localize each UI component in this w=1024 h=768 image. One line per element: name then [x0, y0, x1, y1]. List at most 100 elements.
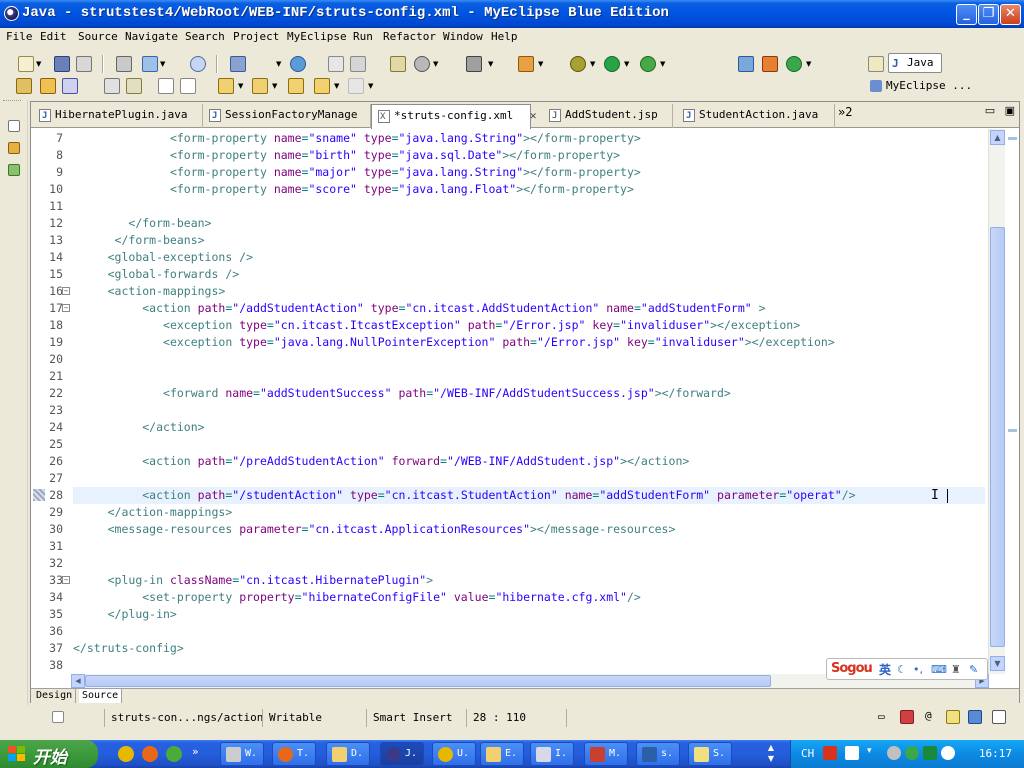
taskbar-button[interactable]: D.	[326, 742, 370, 766]
wrench-icon[interactable]: ✎	[969, 663, 978, 676]
app-icon[interactable]	[4, 6, 19, 21]
menu-run[interactable]: Run	[353, 30, 373, 43]
chevron-down-icon[interactable]: ▼	[368, 82, 373, 90]
tray-app-icon[interactable]	[905, 746, 919, 760]
vertical-scrollbar[interactable]: ▲ ▼	[988, 129, 1005, 674]
taskbar-button[interactable]: T.	[272, 742, 316, 766]
menu-refactor[interactable]: Refactor	[383, 30, 436, 43]
external-tools-icon[interactable]	[640, 56, 656, 72]
horizontal-scroll-thumb[interactable]	[85, 675, 771, 687]
tab-hibernateplugin-java[interactable]: HibernatePlugin.java	[33, 104, 203, 128]
chevron-down-icon[interactable]: ▼	[238, 82, 243, 90]
expand-icon[interactable]	[158, 78, 174, 94]
cut-icon[interactable]	[328, 56, 344, 72]
scroll-left-icon[interactable]: ◀	[71, 674, 85, 688]
tray-app-icon-2[interactable]	[923, 746, 937, 760]
code-line[interactable]: <action path="/studentAction" type="cn.i…	[73, 487, 985, 504]
code-line[interactable]: <forward name="addStudentSuccess" path="…	[73, 385, 731, 402]
code-line[interactable]: </action-mappings>	[73, 504, 233, 521]
chevron-down-icon[interactable]: ▼	[660, 60, 665, 68]
code-line[interactable]: </plug-in>	[73, 606, 177, 623]
chevron-down-icon[interactable]: ▼	[276, 60, 281, 68]
camera-icon[interactable]	[466, 56, 482, 72]
chevron-down-icon[interactable]: ▼	[334, 82, 339, 90]
code-line[interactable]: <exception type="java.lang.NullPointerEx…	[73, 334, 835, 351]
taskbar-button[interactable]: s.	[636, 742, 680, 766]
menu-edit[interactable]: Edit	[40, 30, 67, 43]
maximize-button[interactable]: ❐	[978, 4, 999, 25]
open-perspective-icon[interactable]	[868, 56, 884, 72]
language-indicator[interactable]: CH	[801, 747, 814, 760]
code-line[interactable]: <action-mappings>	[73, 283, 226, 300]
menu-file[interactable]: File	[6, 30, 33, 43]
annotation-icon[interactable]	[126, 78, 142, 94]
pencil-icon[interactable]	[62, 78, 78, 94]
skin-icon[interactable]: ♜	[951, 663, 961, 676]
tab-studentaction-java[interactable]: StudentAction.java	[677, 104, 835, 128]
maximize-view-icon[interactable]: ▣	[1005, 104, 1015, 117]
deploy-icon[interactable]	[230, 56, 246, 72]
sogou-tray-icon[interactable]	[823, 746, 837, 760]
drag-handle[interactable]	[3, 100, 21, 102]
menu-myeclipse[interactable]: MyEclipse	[287, 30, 347, 43]
vertical-scroll-thumb[interactable]	[990, 227, 1005, 647]
ime-toolbar[interactable]: Sogou 英 ☾ •, ⌨ ♜ ✎	[826, 658, 988, 680]
restore-view-icon[interactable]	[8, 120, 20, 132]
qq-icon[interactable]	[166, 746, 182, 762]
code-line[interactable]: <global-forwards />	[73, 266, 240, 283]
restore-icon[interactable]: ▭	[878, 710, 885, 723]
menu-source[interactable]: Source	[78, 30, 118, 43]
new-project-icon[interactable]	[142, 56, 158, 72]
code-line[interactable]: <global-exceptions />	[73, 249, 253, 266]
chevron-down-icon[interactable]: ▼	[538, 60, 543, 68]
code-line[interactable]: </action>	[73, 419, 204, 436]
taskbar-button[interactable]: W.	[220, 742, 264, 766]
last-edit-icon[interactable]	[288, 78, 304, 94]
network-icon[interactable]	[887, 746, 901, 760]
hierarchy-view-icon[interactable]	[8, 164, 20, 176]
code-editor[interactable]: 7 8 9 10 11 12 13 14 15 16−17−18 19 20 21 22 23 24 25 26 2…	[31, 129, 989, 674]
back-icon[interactable]	[314, 78, 330, 94]
code-line[interactable]: <exception type="cn.itcast.ItcastExcepti…	[73, 317, 800, 334]
menu-search[interactable]: Search	[185, 30, 225, 43]
chevron-down-icon[interactable]: ▼	[624, 60, 629, 68]
taskbar-scroll[interactable]: ▲ ▼	[764, 742, 778, 766]
fast-view-icon[interactable]	[52, 711, 64, 723]
code-line[interactable]: <form-property name="score" type="java.l…	[73, 181, 634, 198]
taskbar-button[interactable]: I.	[530, 742, 574, 766]
overview-marker[interactable]	[1008, 137, 1017, 140]
perspective-myeclipse-button[interactable]: MyEclipse ...	[868, 79, 972, 92]
new-icon[interactable]	[18, 56, 34, 72]
console-icon[interactable]	[116, 56, 132, 72]
save-icon[interactable]	[54, 56, 70, 72]
print-icon[interactable]	[76, 56, 92, 72]
server-icon[interactable]	[390, 56, 406, 72]
declaration-icon[interactable]	[946, 710, 960, 724]
minimize-button[interactable]: _	[956, 4, 977, 25]
collapse-icon[interactable]	[180, 78, 196, 94]
tab-source[interactable]: Source	[79, 689, 123, 703]
code-line[interactable]: <form-property name="birth" type="java.s…	[73, 147, 620, 164]
quicklaunch-more-icon[interactable]: »	[192, 745, 199, 758]
tasks-view-icon[interactable]	[992, 710, 1006, 724]
tray-expand-icon[interactable]: ▾	[867, 746, 872, 756]
chevron-down-icon[interactable]: ▼	[272, 82, 277, 90]
code-line[interactable]: <action path="/addStudentAction" type="c…	[73, 300, 765, 317]
help-tray-icon[interactable]	[845, 746, 859, 760]
hierarchy-icon[interactable]	[762, 56, 778, 72]
code-line[interactable]: <form-property name="major" type="java.l…	[73, 164, 641, 181]
chevron-down-icon[interactable]: ▼	[36, 60, 41, 68]
menu-help[interactable]: Help	[491, 30, 518, 43]
minimize-view-icon[interactable]: ▭	[985, 104, 995, 117]
tab-struts-config-xml[interactable]: *struts-config.xml ✕	[371, 104, 536, 129]
chevron-down-icon[interactable]: ▼	[488, 60, 493, 68]
punctuation-icon[interactable]: •,	[913, 663, 923, 676]
menu-project[interactable]: Project	[233, 30, 279, 43]
close-tab-icon[interactable]: ✕	[530, 109, 537, 122]
code-line[interactable]: <form-property name="sname" type="java.l…	[73, 130, 641, 147]
fold-toggle-icon[interactable]: −	[62, 576, 70, 584]
previous-annotation-icon[interactable]	[252, 78, 268, 94]
package-explorer-icon[interactable]	[8, 142, 20, 154]
copy-icon[interactable]	[350, 56, 366, 72]
tab-design[interactable]: Design	[33, 689, 77, 703]
